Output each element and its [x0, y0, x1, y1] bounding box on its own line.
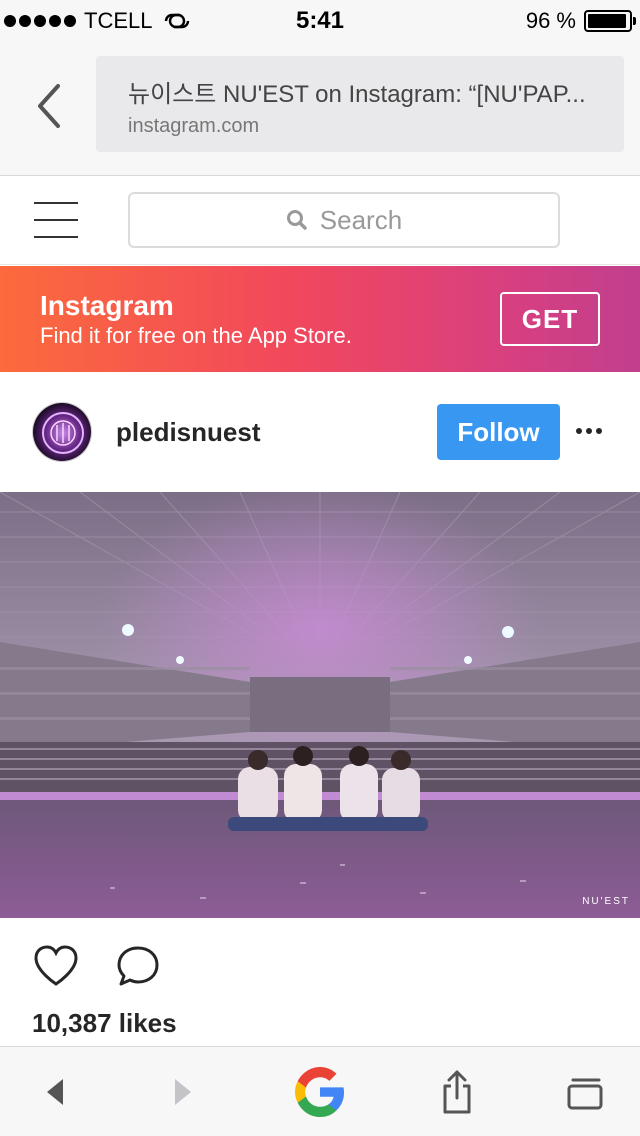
banner-subtitle: Find it for free on the App Store. — [40, 323, 352, 348]
photo-watermark: NU'EST — [582, 896, 630, 907]
post-actions — [32, 940, 162, 994]
search-icon — [286, 210, 307, 230]
status-right: 96 % — [525, 8, 636, 34]
instagram-nav: Search — [0, 177, 640, 265]
post-header: pledisnuest Follow — [0, 372, 640, 492]
browser-back-button[interactable] — [28, 78, 72, 134]
browser-toolbar — [0, 1046, 640, 1136]
triangle-left-icon — [47, 1079, 63, 1105]
more-dots-icon[interactable] — [572, 414, 606, 448]
battery-fill — [588, 14, 627, 28]
post-photo[interactable]: NU'EST — [0, 492, 640, 918]
likes-count[interactable]: 10,387 likes — [32, 1008, 177, 1039]
share-icon — [443, 1070, 471, 1114]
hamburger-menu-icon[interactable] — [34, 202, 78, 238]
toolbar-home-button[interactable] — [288, 1047, 352, 1136]
battery-icon — [584, 10, 636, 32]
toolbar-tabs-button[interactable] — [560, 1047, 610, 1136]
battery-percent: 96 % — [525, 8, 576, 33]
address-bar[interactable]: 뉴이스트 NU'EST on Instagram: “[NU'PAP... in… — [96, 56, 624, 152]
get-app-button[interactable]: GET — [500, 292, 600, 346]
toolbar-back-button[interactable] — [30, 1047, 80, 1136]
triangle-right-icon — [175, 1079, 191, 1105]
post-username[interactable]: pledisnuest — [116, 417, 260, 448]
concert-arena-image: NU'EST — [0, 492, 640, 918]
browser-header: 뉴이스트 NU'EST on Instagram: “[NU'PAP... in… — [0, 40, 640, 176]
status-bar: TCELL 5:41 96 % — [0, 0, 640, 40]
page-domain: instagram.com — [128, 115, 260, 137]
tabs-icon — [567, 1078, 603, 1110]
search-placeholder: Search — [319, 204, 403, 235]
avatar-image — [33, 403, 91, 461]
page-title: 뉴이스트 NU'EST on Instagram: “[NU'PAP... — [128, 81, 586, 108]
app-store-banner[interactable]: Instagram Find it for free on the App St… — [0, 266, 640, 372]
follow-button[interactable]: Follow — [437, 404, 560, 460]
google-logo-icon — [295, 1067, 344, 1117]
banner-title: Instagram — [40, 290, 174, 321]
toolbar-share-button[interactable] — [432, 1047, 482, 1136]
search-input[interactable]: Search — [128, 192, 560, 248]
toolbar-forward-button[interactable] — [158, 1047, 208, 1136]
chevron-left-icon — [38, 84, 60, 128]
avatar[interactable] — [32, 402, 92, 462]
heart-icon[interactable] — [32, 940, 80, 994]
comment-icon[interactable] — [114, 940, 162, 994]
